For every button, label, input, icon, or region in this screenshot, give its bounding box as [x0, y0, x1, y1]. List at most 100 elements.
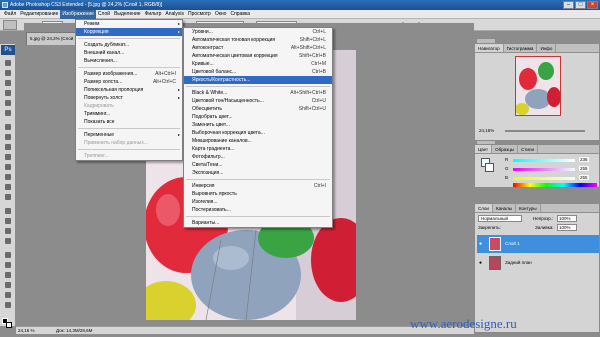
3d-rotate-tool-icon[interactable]	[5, 252, 11, 258]
image-menu-item[interactable]: Показать все	[76, 118, 182, 126]
adjustments-menu-item[interactable]: Света/Тени...	[184, 161, 332, 169]
background-color-swatch[interactable]	[6, 322, 12, 328]
eye-icon[interactable]: ●	[479, 241, 482, 247]
layer-name[interactable]: Задний план	[505, 260, 532, 265]
maximize-button[interactable]: □	[575, 1, 586, 9]
image-menu-item[interactable]: Коррекция ▸	[76, 28, 182, 36]
layer-row[interactable]: ● Слой 1	[477, 235, 599, 253]
image-menu-item[interactable]: Режим ▸	[76, 20, 182, 28]
image-menu-item[interactable]: Переменные ▸	[76, 131, 182, 139]
image-menu-item[interactable]: Тримминг...	[76, 110, 182, 118]
fill-input[interactable]: 100%	[557, 224, 577, 231]
menu-file[interactable]: Файл	[2, 10, 18, 19]
eraser-tool-icon[interactable]	[5, 164, 11, 170]
image-menu-item[interactable]: Создать дубликат...	[76, 41, 182, 49]
color-bg-swatch[interactable]	[485, 163, 494, 172]
image-menu-item[interactable]: Размер холста... Alt+Ctrl+C	[76, 78, 182, 86]
blend-mode-select[interactable]: Нормальный	[478, 215, 522, 222]
magic-wand-tool-icon[interactable]	[5, 90, 11, 96]
adjustments-menu-item[interactable]: Выровнять яркость	[184, 190, 332, 198]
gradient-tool-icon[interactable]	[5, 174, 11, 180]
adjustments-menu-item[interactable]: Инверсия Ctrl+I	[184, 182, 332, 190]
pen-tool-icon[interactable]	[5, 208, 11, 214]
menu-window[interactable]: Окно	[213, 10, 229, 19]
menu-view[interactable]: Просмотр	[186, 10, 213, 19]
marquee-tool-icon[interactable]	[5, 70, 11, 76]
path-selection-tool-icon[interactable]	[5, 228, 11, 234]
adjustments-menu-item[interactable]: Автоконтраст Alt+Shift+Ctrl+L	[184, 44, 332, 52]
shape-tool-icon[interactable]	[5, 238, 11, 244]
adjustments-menu-item[interactable]: Подобрать цвет...	[184, 113, 332, 121]
tab-navigator[interactable]: Навигатор	[475, 44, 504, 52]
navigator-zoom[interactable]: 24,16%	[479, 128, 494, 133]
menu-analysis[interactable]: Analysis	[163, 10, 186, 19]
eye-icon[interactable]: ●	[479, 260, 482, 266]
image-menu-item[interactable]: Внешний канал...	[76, 49, 182, 57]
tab-color[interactable]: Цвет	[475, 145, 493, 153]
adjustments-menu-item[interactable]: Автоматическая цветовая коррекция Shift+C…	[184, 52, 332, 60]
navigator-zoom-slider[interactable]	[505, 130, 585, 132]
blur-tool-icon[interactable]	[5, 184, 11, 190]
image-menu-item[interactable]: Размер изображения... Alt+Ctrl+I	[76, 70, 182, 78]
adjustments-menu-item[interactable]: Микширование каналов...	[184, 137, 332, 145]
zoom-tool-box-icon[interactable]	[5, 302, 11, 308]
clone-stamp-tool-icon[interactable]	[5, 144, 11, 150]
healing-brush-tool-icon[interactable]	[5, 124, 11, 130]
history-brush-tool-icon[interactable]	[5, 154, 11, 160]
menu-image[interactable]: Изображение	[60, 9, 96, 19]
crop-tool-icon[interactable]	[5, 100, 11, 106]
notes-tool-icon[interactable]	[5, 272, 11, 278]
3d-orbit-tool-icon[interactable]	[5, 262, 11, 268]
menu-filter[interactable]: Фильтр	[143, 10, 164, 19]
channel-r-slider[interactable]	[513, 159, 575, 162]
tab-info[interactable]: Инфо	[537, 44, 557, 52]
color-spectrum-bar[interactable]	[513, 183, 597, 187]
channel-b-value[interactable]: 255	[579, 175, 589, 180]
adjustments-menu-item[interactable]: Яркость/Контрастность...	[184, 76, 332, 84]
adjustments-menu-item[interactable]: Цветовой баланс... Ctrl+B	[184, 68, 332, 76]
layer-name[interactable]: Слой 1	[505, 241, 520, 246]
adjustments-menu-item[interactable]: Варианты...	[184, 219, 332, 227]
brush-tool-icon[interactable]	[5, 134, 11, 140]
adjustments-menu-item[interactable]: Постеризовать...	[184, 206, 332, 214]
navigator-thumbnail[interactable]	[515, 56, 561, 116]
tab-styles[interactable]: Стили	[518, 145, 538, 153]
opacity-input[interactable]: 100%	[557, 215, 577, 222]
slice-tool-icon[interactable]	[5, 110, 11, 116]
adjustments-menu-item[interactable]: Фотофильтр...	[184, 153, 332, 161]
dodge-tool-icon[interactable]	[5, 194, 11, 200]
adjustments-menu-item[interactable]: Уровни... Ctrl+L	[184, 28, 332, 36]
layer-row[interactable]: ● Задний план	[477, 254, 599, 272]
adjustments-menu-item[interactable]: Автоматическая тоновая коррекция Shift+Ct…	[184, 36, 332, 44]
image-menu-item[interactable]: Попиксельная пропорция ▸	[76, 86, 182, 94]
tab-histogram[interactable]: Гистограмма	[504, 44, 538, 52]
channel-g-slider[interactable]	[513, 168, 575, 171]
adjustments-menu-item[interactable]: Кривые... Ctrl+M	[184, 60, 332, 68]
zoom-level[interactable]: 24,16 %	[18, 327, 35, 334]
adjustments-menu-item[interactable]: Выборочная коррекция цвета...	[184, 129, 332, 137]
adjustments-menu-item[interactable]: Заменить цвет...	[184, 121, 332, 129]
adjustments-menu-item[interactable]: Black & White... Alt+Shift+Ctrl+B	[184, 89, 332, 97]
hand-tool-icon[interactable]	[5, 292, 11, 298]
move-tool-icon[interactable]	[5, 60, 11, 66]
adjustments-menu-item[interactable]: Обесцветить Shift+Ctrl+U	[184, 105, 332, 113]
menu-help[interactable]: Справка	[228, 10, 252, 19]
channel-g-value[interactable]: 255	[579, 166, 589, 171]
menu-edit[interactable]: Редактирование	[18, 10, 60, 19]
tab-layers[interactable]: Слои	[475, 204, 493, 212]
eyedropper-tool-icon[interactable]	[5, 282, 11, 288]
close-button[interactable]: ×	[587, 1, 598, 9]
tab-channels[interactable]: Каналы	[493, 204, 516, 212]
lasso-tool-icon[interactable]	[5, 80, 11, 86]
image-menu-item[interactable]: Вычисления...	[76, 57, 182, 65]
minimize-button[interactable]: –	[563, 1, 574, 9]
menu-select[interactable]: Выделение	[112, 10, 143, 19]
channel-r-value[interactable]: 236	[579, 157, 589, 162]
type-tool-icon[interactable]	[5, 218, 11, 224]
adjustments-menu-item[interactable]: Изогелия...	[184, 198, 332, 206]
tab-paths[interactable]: Контуры	[516, 204, 541, 212]
menu-layer[interactable]: Слой	[96, 10, 112, 19]
tab-swatches[interactable]: Образцы	[492, 145, 519, 153]
adjustments-menu-item[interactable]: Экспозиция...	[184, 169, 332, 177]
adjustments-menu-item[interactable]: Карта градиента...	[184, 145, 332, 153]
